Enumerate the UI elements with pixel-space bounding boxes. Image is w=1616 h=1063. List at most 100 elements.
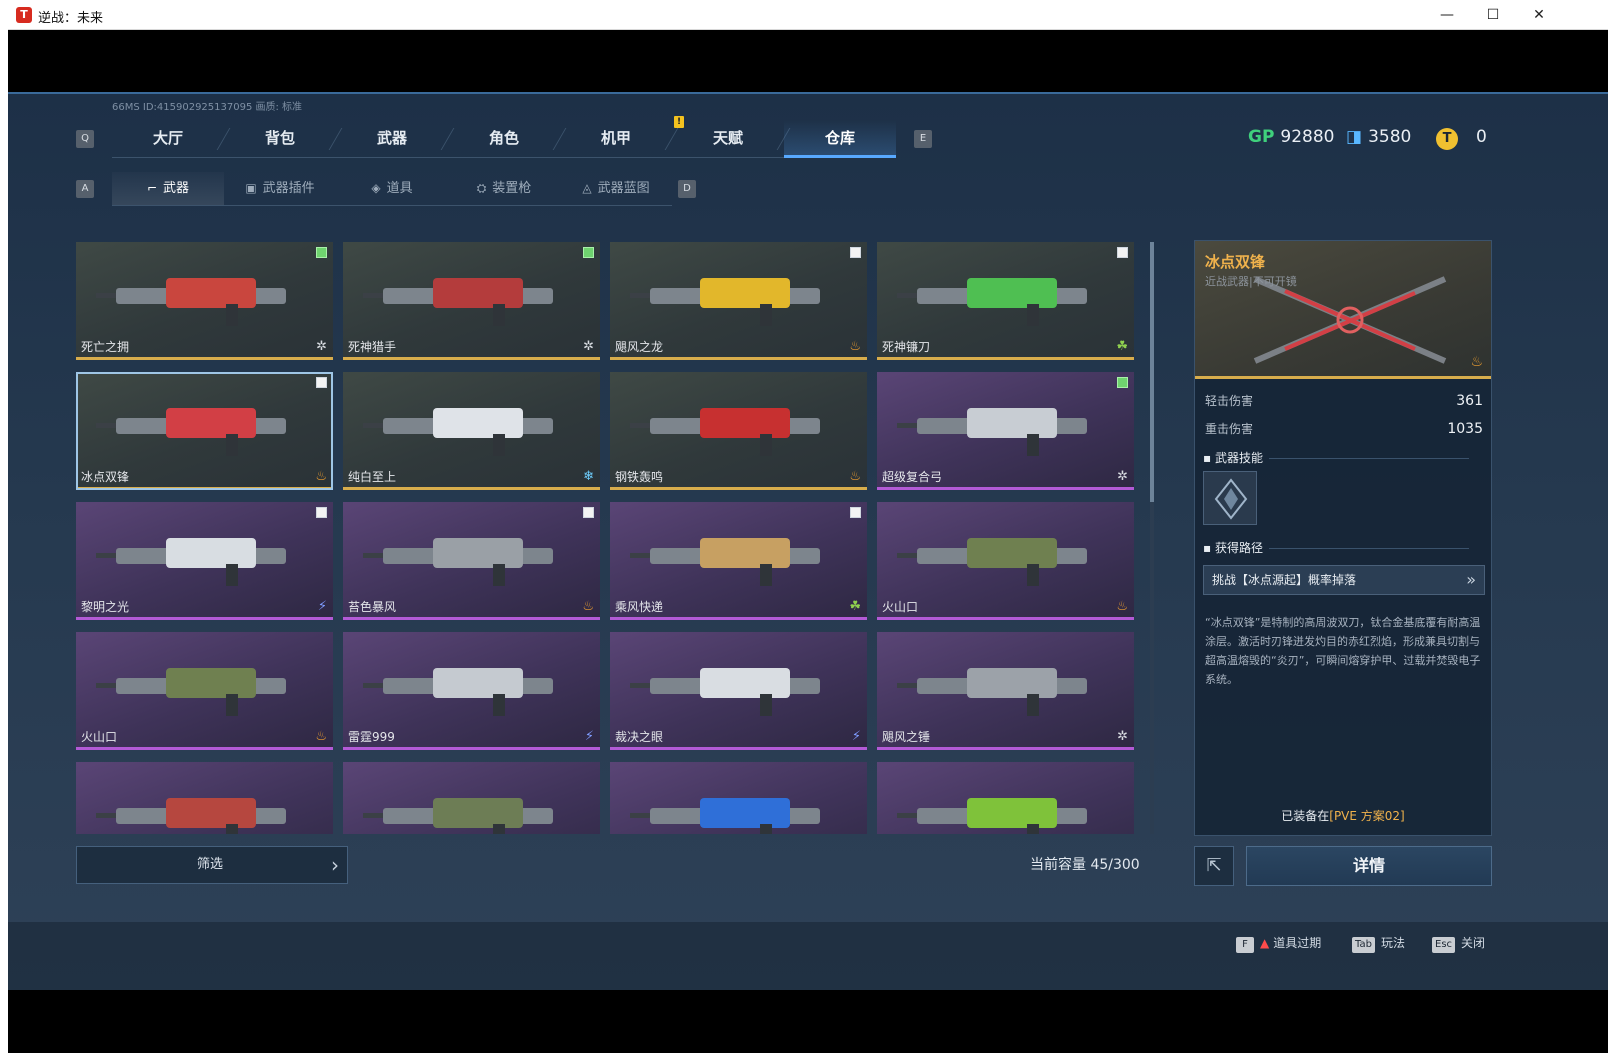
currency-value: 92880 bbox=[1280, 127, 1335, 147]
skill-icon[interactable] bbox=[1203, 471, 1257, 525]
letterbox-bottom bbox=[8, 990, 1608, 1053]
fire-icon: ♨ bbox=[849, 469, 861, 484]
details-button[interactable]: 详情 bbox=[1246, 846, 1492, 886]
subtab-items[interactable]: ◈ 道具 bbox=[336, 172, 448, 206]
weapon-card[interactable]: 苔色暴风 ♨ bbox=[343, 502, 600, 620]
weapon-card[interactable] bbox=[343, 762, 600, 834]
hint-label: 玩法 bbox=[1380, 936, 1405, 950]
hint-label: 关闭 bbox=[1461, 936, 1486, 950]
weapon-card[interactable]: 雷霆999 ⚡ bbox=[343, 632, 600, 750]
tab-lobby[interactable]: 大厅 bbox=[112, 120, 231, 158]
currency-coin: T0 bbox=[1436, 124, 1487, 150]
poison-icon: ☘ bbox=[849, 599, 861, 614]
weapon-card[interactable] bbox=[877, 762, 1134, 834]
weapon-card[interactable]: 飓风之锤 ✲ bbox=[877, 632, 1134, 750]
lightning-icon: ⚡ bbox=[584, 729, 594, 744]
turret-icon: ⛭ bbox=[476, 181, 487, 195]
notification-badge: ! bbox=[674, 116, 684, 128]
section-acquire-route: ▪ 获得路径 bbox=[1203, 539, 1469, 556]
select-checkbox[interactable] bbox=[1117, 247, 1128, 258]
tab-backpack[interactable]: 背包 bbox=[224, 120, 343, 158]
subtab-turrets[interactable]: ⛭ 装置枪 bbox=[448, 172, 560, 206]
fire-icon: ♨ bbox=[849, 339, 861, 354]
select-checkbox[interactable] bbox=[583, 247, 594, 258]
subtab-label: 道具 bbox=[386, 181, 413, 196]
tab-warehouse[interactable]: 仓库 bbox=[784, 120, 896, 158]
tab-label: 仓库 bbox=[824, 129, 855, 147]
subtab-plugins[interactable]: ▣ 武器插件 bbox=[224, 172, 336, 206]
weapon-card[interactable]: 冰点双锋 ♨ bbox=[76, 372, 333, 490]
select-checkbox[interactable] bbox=[583, 507, 594, 518]
chevron-right-icon: › bbox=[331, 853, 339, 877]
weapon-name: 裁决之眼 bbox=[615, 730, 664, 744]
filter-button[interactable]: 筛选 › bbox=[76, 846, 348, 884]
blueprint-icon: ◬ bbox=[582, 181, 592, 195]
hint-close[interactable]: Esc 关闭 bbox=[1432, 934, 1485, 953]
scroll-thumb[interactable] bbox=[1150, 242, 1154, 502]
tab-mecha[interactable]: 机甲 bbox=[560, 120, 679, 158]
weapon-card[interactable] bbox=[610, 762, 867, 834]
select-checkbox[interactable] bbox=[850, 507, 861, 518]
minimize-button[interactable]: — bbox=[1424, 0, 1470, 30]
weapon-image bbox=[96, 798, 286, 834]
weapon-card[interactable]: 钢铁轰鸣 ♨ bbox=[610, 372, 867, 490]
close-window-button[interactable]: ✕ bbox=[1516, 0, 1562, 30]
weapon-name: 纯白至上 bbox=[348, 470, 397, 484]
capacity-text: 当前容量 45/300 bbox=[1030, 857, 1140, 873]
connection-info: 66MS ID:415902925137095 画质: 标准 bbox=[112, 102, 303, 113]
tab-character[interactable]: 角色 bbox=[448, 120, 567, 158]
rifle-icon: ⌐ bbox=[146, 181, 158, 195]
subtab-label: 武器蓝图 bbox=[597, 181, 650, 196]
key-hint-e: E bbox=[914, 130, 932, 148]
select-checkbox[interactable] bbox=[850, 247, 861, 258]
weapon-card[interactable]: 乘风快递 ☘ bbox=[610, 502, 867, 620]
weapon-name: 死神猎手 bbox=[348, 340, 397, 354]
weapon-card[interactable]: 火山口 ♨ bbox=[877, 502, 1134, 620]
weapon-card[interactable]: 死亡之拥 ✲ bbox=[76, 242, 333, 360]
weapon-card[interactable]: 火山口 ♨ bbox=[76, 632, 333, 750]
coin-icon: T bbox=[1436, 128, 1458, 150]
weapon-card[interactable] bbox=[76, 762, 333, 834]
frost-icon: ✲ bbox=[1117, 469, 1128, 484]
weapon-card[interactable]: 死神镰刀 ☘ bbox=[877, 242, 1134, 360]
title-bar: T 逆战：未来 — ☐ ✕ bbox=[8, 0, 1608, 30]
tab-talent[interactable]: 天赋 bbox=[672, 120, 791, 158]
select-checkbox[interactable] bbox=[316, 247, 327, 258]
key-tab: Tab bbox=[1352, 937, 1375, 953]
section-weapon-skill: ▪ 武器技能 bbox=[1203, 449, 1469, 466]
share-button[interactable]: ⇱ bbox=[1194, 846, 1234, 886]
fire-icon: ♨ bbox=[315, 469, 327, 484]
weapon-card[interactable]: 纯白至上 ❄ bbox=[343, 372, 600, 490]
hint-item-expiry[interactable]: F ▲ 道具过期 bbox=[1236, 934, 1321, 953]
subtab-weapons[interactable]: ⌐ 武器 bbox=[112, 172, 224, 206]
weapon-card[interactable]: 飓风之龙 ♨ bbox=[610, 242, 867, 360]
fire-icon: ♨ bbox=[582, 599, 594, 614]
weapon-card[interactable]: 裁决之眼 ⚡ bbox=[610, 632, 867, 750]
weapon-card[interactable]: 死神猎手 ✲ bbox=[343, 242, 600, 360]
weapon-grid: 死亡之拥 ✲ 死神猎手 ✲ 飓风之龙 ♨ 死神镰刀 ☘ 冰点双锋 ♨ 纯白至上 ❄ 钢铁轰鸣 ♨ 超级复合弓… bbox=[76, 242, 1146, 834]
weapon-name: 超级复合弓 bbox=[882, 470, 943, 484]
acquire-route-button[interactable]: 挑战【冰点源起】概率掉落 » bbox=[1203, 565, 1485, 595]
sub-nav: ⌐ 武器 ▣ 武器插件 ◈ 道具 ⛭ 装置枪 ◬ 武器蓝图 bbox=[112, 172, 692, 206]
weapon-card[interactable]: 超级复合弓 ✲ bbox=[877, 372, 1134, 490]
window-title: 逆战：未来 bbox=[38, 11, 104, 26]
weapon-name: 乘风快递 bbox=[615, 600, 664, 614]
lightning-icon: ⚡ bbox=[317, 599, 327, 614]
tab-weapons[interactable]: 武器 bbox=[336, 120, 455, 158]
subtab-blueprints[interactable]: ◬ 武器蓝图 bbox=[560, 172, 672, 206]
weapon-name: 黎明之光 bbox=[81, 600, 130, 614]
ticket-icon: ◨ bbox=[1346, 127, 1363, 147]
select-checkbox[interactable] bbox=[316, 377, 327, 388]
equipped-prefix: 已装备在 bbox=[1281, 809, 1330, 823]
fire-icon: ♨ bbox=[1116, 599, 1128, 614]
weapon-name: 飓风之龙 bbox=[615, 340, 664, 354]
frost-icon: ✲ bbox=[583, 339, 594, 354]
select-checkbox[interactable] bbox=[316, 507, 327, 518]
fire-icon: ♨ bbox=[315, 729, 327, 744]
gp-icon: GP bbox=[1248, 127, 1275, 147]
grid-scrollbar[interactable] bbox=[1150, 242, 1154, 834]
maximize-button[interactable]: ☐ bbox=[1470, 0, 1516, 30]
select-checkbox[interactable] bbox=[1117, 377, 1128, 388]
weapon-card[interactable]: 黎明之光 ⚡ bbox=[76, 502, 333, 620]
hint-gameplay[interactable]: Tab 玩法 bbox=[1352, 934, 1405, 953]
